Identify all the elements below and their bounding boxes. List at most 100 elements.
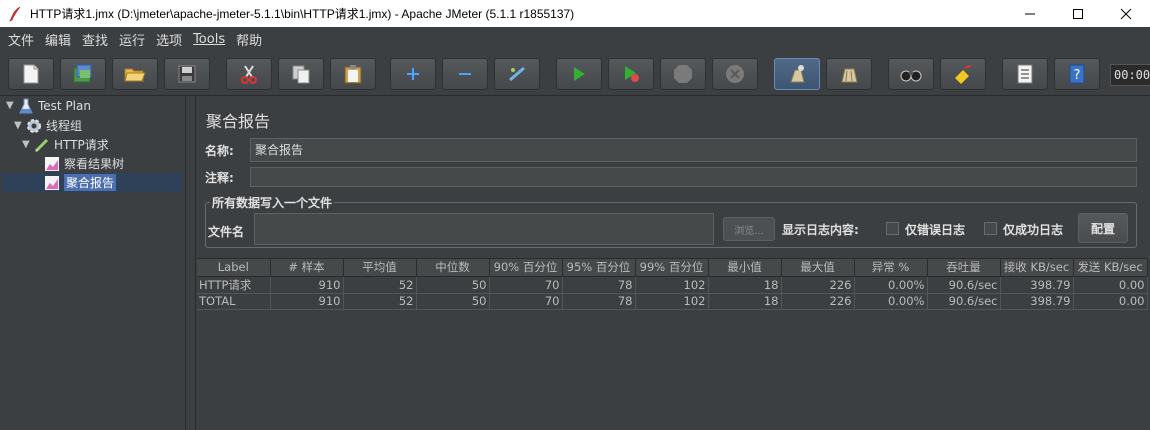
menu-edit[interactable]: 编辑: [41, 30, 75, 49]
menu-options[interactable]: 选项: [152, 30, 186, 49]
column-header[interactable]: # 样本: [270, 259, 344, 277]
configure-button[interactable]: 配置: [1078, 213, 1128, 243]
copy-button[interactable]: [278, 58, 324, 90]
table-cell: 70: [489, 276, 563, 294]
start-button[interactable]: [556, 58, 602, 90]
table-cell: 0.00: [1073, 276, 1148, 294]
panel-splitter[interactable]: [186, 96, 196, 430]
table-cell: TOTAL: [197, 293, 271, 310]
new-button[interactable]: [8, 58, 54, 90]
column-header[interactable]: 中位数: [416, 259, 490, 277]
name-row: 名称: 聚合报告: [205, 137, 1137, 163]
open-button[interactable]: [112, 58, 158, 90]
comment-label: 注释:: [205, 170, 234, 185]
table-cell: 18: [708, 276, 782, 294]
column-header[interactable]: 最小值: [708, 259, 782, 277]
listener-chart-icon: [44, 175, 60, 191]
function-helper-button[interactable]: [1002, 58, 1048, 90]
copy-icon: [291, 64, 311, 84]
comment-field[interactable]: [250, 167, 1137, 187]
title-bar: HTTP请求1.jmx (D:\jmeter\apache-jmeter-5.1…: [0, 0, 1150, 27]
reset-search-button[interactable]: [940, 58, 986, 90]
templates-icon: [72, 64, 94, 84]
templates-button[interactable]: [60, 58, 106, 90]
help-button[interactable]: ?: [1054, 58, 1100, 90]
clear-all-button[interactable]: [826, 58, 872, 90]
filename-input[interactable]: [254, 213, 714, 245]
minimize-button[interactable]: [1006, 0, 1054, 27]
tree-item-view-results-tree[interactable]: 察看结果树: [44, 154, 124, 173]
column-header[interactable]: 异常 %: [854, 259, 928, 277]
column-header[interactable]: 90% 百分位: [489, 259, 563, 277]
stop-icon: [673, 64, 693, 84]
column-header[interactable]: 最大值: [781, 259, 855, 277]
name-label: 名称:: [205, 143, 234, 158]
tree-item-http-request[interactable]: ▼ HTTP请求: [22, 135, 109, 154]
menu-bar: 文件 编辑 查找 运行 选项 Tools 帮助: [0, 27, 1150, 52]
table-cell: 102: [635, 293, 709, 310]
fieldset-legend: 所有数据写入一个文件: [210, 194, 335, 211]
start-no-pause-icon: [622, 65, 640, 83]
search-button[interactable]: [888, 58, 934, 90]
menu-run[interactable]: 运行: [115, 30, 149, 49]
toggle-icon: [507, 65, 527, 83]
collapse-all-button[interactable]: [442, 58, 488, 90]
cut-button[interactable]: [226, 58, 272, 90]
tree-item-thread-group[interactable]: ▼ 线程组: [14, 116, 82, 135]
tree-item-test-plan[interactable]: ▼ Test Plan: [6, 96, 91, 115]
column-header[interactable]: 吞吐量: [927, 259, 1001, 277]
column-header[interactable]: 99% 百分位: [635, 259, 709, 277]
table-cell: 52: [343, 276, 417, 294]
test-plan-tree: ▼ Test Plan ▼ 线程组 ▼ HTTP请求 察看结果树 聚合报告: [0, 96, 186, 430]
table-cell: 398.79: [1000, 293, 1074, 310]
chevron-down-icon[interactable]: ▼: [6, 100, 16, 111]
expand-all-button[interactable]: [390, 58, 436, 90]
menu-help[interactable]: 帮助: [232, 30, 266, 49]
menu-tools[interactable]: Tools: [189, 32, 229, 47]
paste-button[interactable]: [330, 58, 376, 90]
table-header-row: Label # 样本 平均值 中位数 90% 百分位 95% 百分位 99% 百…: [197, 259, 1148, 277]
table-cell: 90.6/sec: [927, 276, 1001, 294]
paste-icon: [344, 64, 362, 84]
errors-only-checkbox[interactable]: [886, 222, 899, 235]
expand-icon: [405, 66, 421, 82]
tree-item-label: 聚合报告: [64, 174, 117, 191]
aggregate-report-panel: 聚合报告 名称: 聚合报告 注释: 所有数据写入一个文件 文件名 浏览... 显…: [197, 96, 1150, 430]
shutdown-button[interactable]: [712, 58, 758, 90]
chevron-down-icon[interactable]: ▼: [22, 139, 32, 150]
table-row[interactable]: HTTP请求 910 52 50 70 78 102 18 226 0.00% …: [197, 276, 1148, 294]
tree-item-label: HTTP请求: [54, 138, 109, 152]
success-only-checkbox[interactable]: [984, 222, 997, 235]
maximize-button[interactable]: [1054, 0, 1102, 27]
window-title: HTTP请求1.jmx (D:\jmeter\apache-jmeter-5.1…: [30, 7, 575, 21]
save-button[interactable]: [164, 58, 210, 90]
table-cell: HTTP请求: [197, 276, 271, 294]
menu-search[interactable]: 查找: [78, 30, 112, 49]
stop-button[interactable]: [660, 58, 706, 90]
table-cell: 910: [270, 293, 344, 310]
tree-item-label: Test Plan: [38, 98, 91, 113]
help-icon: ?: [1069, 64, 1085, 84]
clear-icon: [787, 64, 807, 84]
name-field[interactable]: 聚合报告: [250, 138, 1137, 162]
close-button[interactable]: [1102, 0, 1150, 27]
column-header[interactable]: Label: [197, 259, 271, 277]
clear-button[interactable]: [774, 58, 820, 90]
cut-icon: [239, 64, 259, 84]
column-header[interactable]: 平均值: [343, 259, 417, 277]
aggregate-table: Label # 样本 平均值 中位数 90% 百分位 95% 百分位 99% 百…: [197, 258, 1148, 430]
chevron-down-icon[interactable]: ▼: [14, 120, 24, 131]
write-results-to-file-group: 所有数据写入一个文件 文件名 浏览... 显示日志内容: 仅错误日志 仅成功日志…: [205, 194, 1137, 248]
column-header[interactable]: 发送 KB/sec: [1073, 259, 1148, 277]
function-helper-icon: [1017, 64, 1033, 84]
column-header[interactable]: 95% 百分位: [562, 259, 636, 277]
menu-file[interactable]: 文件: [4, 30, 38, 49]
column-header[interactable]: 接收 KB/sec: [1000, 259, 1074, 277]
table-row[interactable]: TOTAL 910 52 50 70 78 102 18 226 0.00% 9…: [197, 293, 1148, 310]
clear-all-icon: [839, 64, 859, 84]
tree-item-aggregate-report[interactable]: 聚合报告: [44, 173, 117, 192]
browse-button[interactable]: 浏览...: [723, 217, 775, 241]
start-no-pause-button[interactable]: [608, 58, 654, 90]
toggle-button[interactable]: [494, 58, 540, 90]
page-title: 聚合报告: [206, 112, 271, 131]
